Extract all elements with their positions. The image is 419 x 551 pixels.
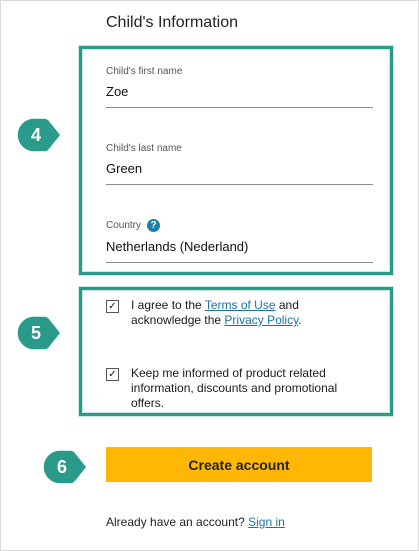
last-name-input[interactable]: Green	[106, 161, 373, 185]
last-name-field[interactable]: Child's last name Green	[106, 143, 373, 185]
create-account-button[interactable]: Create account	[106, 447, 372, 482]
country-label: Country	[106, 220, 142, 232]
step-marker-4-label: 4	[31, 125, 41, 145]
last-name-label: Child's last name	[106, 143, 182, 154]
country-select[interactable]: Netherlands (Nederland)	[106, 239, 373, 263]
terms-text: I agree to the Terms of Use and acknowle…	[131, 298, 371, 328]
terms-text-suffix: .	[298, 313, 302, 327]
step-marker-6: 6	[40, 447, 90, 487]
signin-prompt: Already have an account? Sign in	[106, 515, 285, 529]
country-field[interactable]: Country? Netherlands (Nederland)	[106, 219, 373, 263]
marketing-checkbox[interactable]: ✓	[106, 368, 119, 381]
first-name-field[interactable]: Child's first name Zoe	[106, 66, 373, 108]
help-icon[interactable]: ?	[147, 219, 161, 232]
terms-consent-row: ✓ I agree to the Terms of Use and acknow…	[106, 298, 371, 328]
sign-in-link[interactable]: Sign in	[248, 515, 285, 529]
step-marker-4: 4	[14, 115, 64, 155]
step-marker-5-label: 5	[31, 323, 41, 343]
step-marker-6-label: 6	[57, 457, 67, 477]
section-title: Child's Information	[106, 14, 238, 31]
terms-of-use-link[interactable]: Terms of Use	[205, 298, 276, 312]
step-marker-5: 5	[14, 313, 64, 353]
marketing-text: Keep me informed of product related info…	[131, 366, 338, 410]
privacy-policy-link[interactable]: Privacy Policy	[224, 313, 298, 327]
first-name-input[interactable]: Zoe	[106, 84, 373, 108]
terms-text-prefix: I agree to the	[131, 298, 205, 312]
marketing-consent-row: ✓ Keep me informed of product related in…	[106, 366, 371, 411]
signin-prompt-text: Already have an account?	[106, 515, 249, 529]
terms-checkbox[interactable]: ✓	[106, 300, 119, 313]
first-name-label: Child's first name	[106, 66, 183, 77]
country-label-row: Country?	[106, 219, 373, 232]
